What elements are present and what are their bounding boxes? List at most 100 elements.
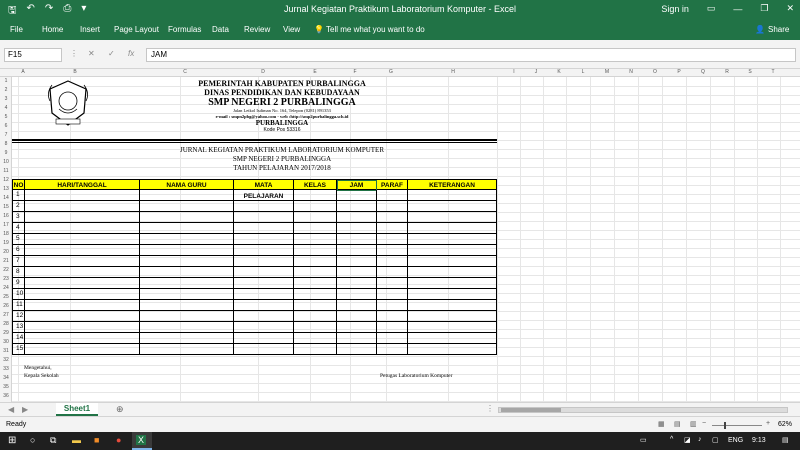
excel-taskbar-button[interactable]: X — [132, 432, 152, 450]
col-header[interactable]: H — [448, 69, 458, 75]
table-cell[interactable] — [25, 245, 140, 256]
col-header[interactable]: A — [18, 69, 28, 75]
cancel-icon[interactable]: ✕ — [88, 49, 95, 58]
row-header[interactable]: 4 — [0, 105, 12, 111]
col-header[interactable]: F — [350, 69, 360, 75]
tab-review[interactable]: Review — [244, 25, 270, 34]
table-cell[interactable] — [377, 212, 408, 223]
row-header[interactable]: 9 — [0, 150, 12, 156]
table-cell[interactable] — [337, 223, 377, 234]
table-cell[interactable] — [408, 256, 496, 267]
table-cell[interactable] — [408, 223, 496, 234]
network-icon[interactable]: ◪ — [684, 436, 691, 444]
clock[interactable]: 9:13 — [752, 437, 766, 444]
tab-split-icon[interactable]: ⋮ — [486, 404, 494, 413]
table-cell[interactable] — [337, 201, 377, 212]
tab-page-layout[interactable]: Page Layout — [114, 25, 159, 34]
close-icon[interactable]: ✕ — [786, 3, 794, 14]
table-cell[interactable] — [25, 201, 140, 212]
row-number-cell[interactable]: 12 — [13, 311, 25, 322]
prev-sheet-icon[interactable]: ◀ — [8, 405, 14, 414]
table-cell[interactable] — [25, 223, 140, 234]
signin-link[interactable]: Sign in — [661, 4, 689, 14]
table-cell[interactable] — [408, 344, 496, 355]
table-cell[interactable] — [294, 245, 337, 256]
row-header[interactable]: 34 — [0, 375, 12, 381]
table-cell[interactable] — [408, 278, 496, 289]
table-cell[interactable] — [377, 256, 408, 267]
table-cell[interactable] — [408, 322, 496, 333]
table-cell[interactable] — [140, 267, 234, 278]
table-cell[interactable] — [377, 201, 408, 212]
next-sheet-icon[interactable]: ▶ — [22, 405, 28, 414]
row-header[interactable]: 1 — [0, 78, 12, 84]
zoom-out-icon[interactable]: − — [702, 420, 706, 427]
tray-expand-icon[interactable]: ^ — [670, 436, 673, 443]
table-cell[interactable] — [234, 311, 294, 322]
table-cell[interactable] — [408, 212, 496, 223]
tab-formulas[interactable]: Formulas — [168, 25, 201, 34]
table-cell[interactable] — [294, 322, 337, 333]
table-cell[interactable] — [377, 234, 408, 245]
zoom-slider[interactable] — [712, 422, 762, 429]
table-cell[interactable] — [377, 300, 408, 311]
table-cell[interactable] — [337, 322, 377, 333]
row-header[interactable]: 16 — [0, 213, 12, 219]
insert-function-icon[interactable]: fx — [128, 49, 134, 58]
table-cell[interactable] — [25, 333, 140, 344]
row-header[interactable]: 10 — [0, 159, 12, 165]
row-header[interactable]: 20 — [0, 249, 12, 255]
zoom-slider-thumb[interactable] — [724, 422, 726, 429]
add-sheet-icon[interactable]: ⊕ — [116, 404, 124, 415]
row-header[interactable]: 36 — [0, 393, 12, 399]
row-header[interactable]: 33 — [0, 366, 12, 372]
row-header[interactable]: 29 — [0, 330, 12, 336]
table-cell[interactable] — [294, 300, 337, 311]
table-cell[interactable] — [337, 256, 377, 267]
row-header[interactable]: 3 — [0, 96, 12, 102]
table-cell[interactable] — [294, 212, 337, 223]
table-cell[interactable] — [294, 190, 337, 201]
table-cell[interactable] — [294, 201, 337, 212]
col-header[interactable]: Q — [698, 69, 708, 75]
language-indicator[interactable]: ENG — [728, 437, 743, 444]
row-header[interactable]: 15 — [0, 204, 12, 210]
page-layout-view-icon[interactable]: ▤ — [674, 420, 681, 428]
row-header[interactable]: 17 — [0, 222, 12, 228]
row-header[interactable]: 8 — [0, 141, 12, 147]
row-header[interactable]: 23 — [0, 276, 12, 282]
row-number-cell[interactable]: 2 — [13, 201, 25, 212]
table-cell[interactable] — [234, 278, 294, 289]
table-cell[interactable] — [25, 289, 140, 300]
table-cell[interactable] — [140, 289, 234, 300]
tab-insert[interactable]: Insert — [80, 25, 100, 34]
col-header[interactable]: J — [531, 69, 541, 75]
zoom-in-icon[interactable]: + — [766, 420, 770, 427]
row-header[interactable]: 6 — [0, 123, 12, 129]
scrollbar-thumb[interactable] — [501, 408, 561, 412]
table-cell[interactable] — [140, 256, 234, 267]
row-number-cell[interactable]: 11 — [13, 300, 25, 311]
row-number-cell[interactable]: 4 — [13, 223, 25, 234]
chrome-icon[interactable]: ● — [116, 435, 121, 445]
table-cell[interactable] — [234, 190, 294, 201]
row-header[interactable]: 26 — [0, 303, 12, 309]
table-cell[interactable] — [234, 322, 294, 333]
table-cell[interactable] — [337, 300, 377, 311]
tab-data[interactable]: Data — [212, 25, 229, 34]
volume-icon[interactable]: ♪ — [698, 436, 702, 443]
row-number-cell[interactable]: 1 — [13, 190, 25, 201]
col-header[interactable]: L — [578, 69, 588, 75]
table-cell[interactable] — [408, 333, 496, 344]
table-cell[interactable] — [25, 311, 140, 322]
table-cell[interactable] — [377, 322, 408, 333]
table-cell[interactable] — [25, 322, 140, 333]
table-cell[interactable] — [234, 333, 294, 344]
table-cell[interactable] — [140, 344, 234, 355]
row-number-cell[interactable]: 10 — [13, 289, 25, 300]
row-number-cell[interactable]: 5 — [13, 234, 25, 245]
row-header[interactable]: 30 — [0, 339, 12, 345]
notifications-icon[interactable]: ▢ — [712, 436, 719, 444]
col-header[interactable]: D — [258, 69, 268, 75]
row-header[interactable]: 35 — [0, 384, 12, 390]
